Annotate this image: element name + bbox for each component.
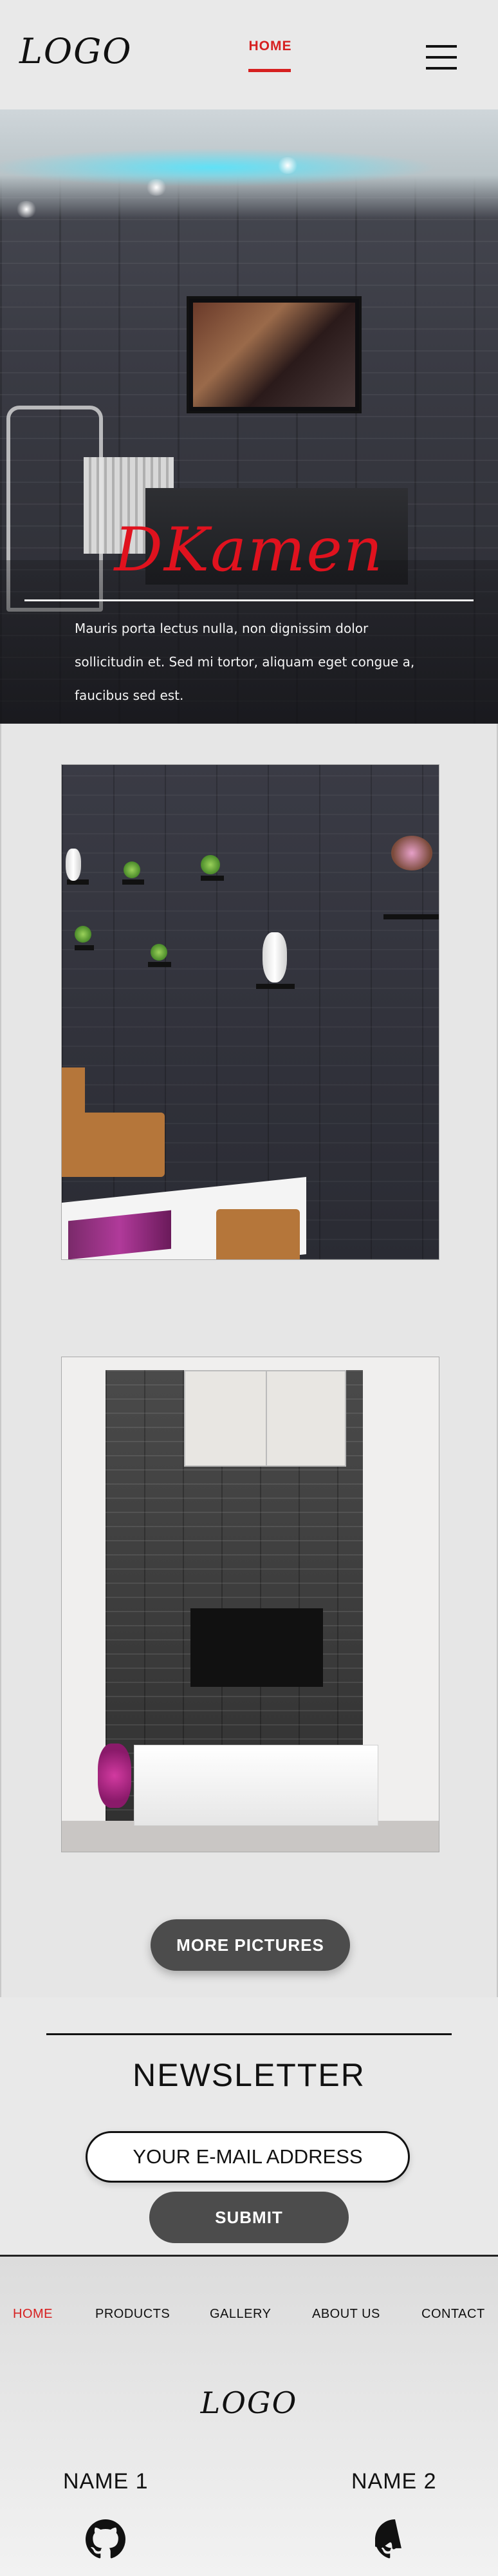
- footer-name-1: NAME 1: [63, 2469, 149, 2494]
- wall-shelf: [148, 962, 171, 967]
- github-icon[interactable]: [86, 2519, 125, 2559]
- footer-name-2: NAME 2: [351, 2469, 437, 2494]
- footer-nav: HOME PRODUCTS GALLERY ABOUT US CONTACT: [0, 2307, 498, 2326]
- decor-panel: [184, 1370, 346, 1467]
- site-footer: HOME PRODUCTS GALLERY ABOUT US CONTACT L…: [0, 2255, 498, 2576]
- flower-pot: [391, 836, 432, 870]
- header-logo[interactable]: LOGO: [19, 31, 133, 71]
- wall-shelf: [256, 984, 295, 989]
- newsletter-submit-button[interactable]: SUBMIT: [149, 2192, 349, 2243]
- newsletter-title: NEWSLETTER: [133, 2057, 365, 2093]
- nav-home-link[interactable]: HOME: [244, 39, 296, 54]
- footer-logo[interactable]: LOGO: [0, 2385, 498, 2420]
- dining-chair: [81, 1113, 165, 1177]
- vase: [66, 849, 81, 881]
- brand-title: DKamen: [114, 515, 384, 585]
- newsletter-section: NEWSLETTER SUBMIT: [0, 1997, 498, 2255]
- tv-cabinet: [134, 1745, 378, 1826]
- hero-description: Mauris porta lectus nulla, non dignissim…: [75, 621, 415, 703]
- plant: [201, 855, 220, 874]
- wall-shelf: [383, 914, 439, 919]
- newsletter-divider: [46, 2033, 452, 2035]
- orchid-plant: [98, 1744, 131, 1808]
- hero-ceiling-light: [145, 179, 167, 196]
- plant: [75, 926, 91, 943]
- plant: [124, 861, 140, 878]
- newsletter-email-input[interactable]: [86, 2131, 410, 2183]
- hero-ceiling-light: [15, 201, 37, 218]
- footer-nav-about-us[interactable]: ABOUT US: [312, 2307, 380, 2322]
- github-icon[interactable]: [375, 2519, 415, 2559]
- hero-tv-screen: [193, 303, 355, 407]
- vase: [263, 932, 287, 982]
- wall-shelf: [201, 876, 224, 881]
- plant: [151, 944, 167, 961]
- dining-chair: [216, 1209, 300, 1259]
- wall-shelf: [75, 945, 94, 950]
- site-header: LOGO HOME: [0, 0, 498, 109]
- footer-nav-products[interactable]: PRODUCTS: [95, 2307, 170, 2322]
- footer-nav-contact[interactable]: CONTACT: [421, 2307, 485, 2322]
- hero-ceiling-glow: [0, 148, 438, 187]
- gallery-photo-tv-wall[interactable]: [61, 1357, 439, 1852]
- footer-nav-gallery[interactable]: GALLERY: [210, 2307, 271, 2322]
- nav-active-indicator: [248, 69, 291, 72]
- footer-nav-home[interactable]: HOME: [13, 2307, 53, 2322]
- tv: [190, 1608, 323, 1687]
- gallery-section: MORE PICTURES: [0, 724, 498, 1997]
- brand-divider: [24, 599, 474, 601]
- gallery-photo-dining-wall[interactable]: [61, 764, 439, 1260]
- hamburger-icon[interactable]: [426, 44, 457, 71]
- more-pictures-button[interactable]: MORE PICTURES: [151, 1919, 350, 1971]
- wall-shelf: [122, 879, 144, 885]
- hero-ceiling-light: [277, 157, 299, 174]
- hero-tv: [187, 296, 362, 413]
